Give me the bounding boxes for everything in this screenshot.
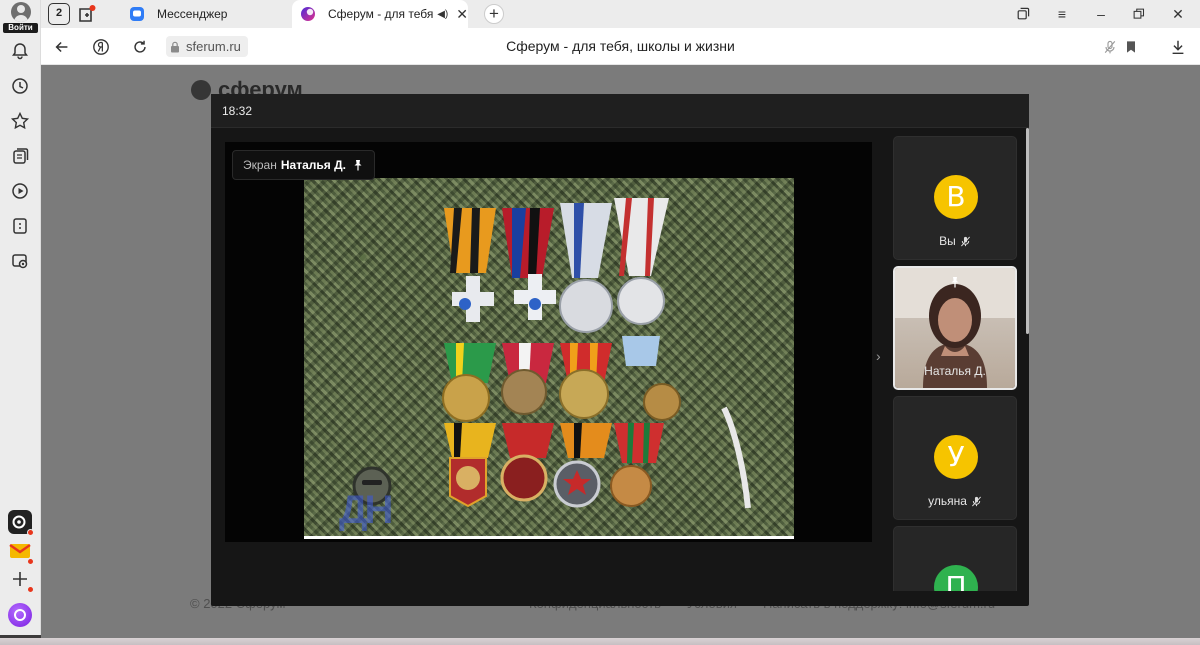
participant-name-text: Наталья Д. (924, 364, 986, 378)
sferum-favicon-icon (301, 7, 315, 21)
download-icon[interactable] (1167, 36, 1189, 58)
bell-icon[interactable] (10, 41, 30, 61)
participant-name-text: Вы (939, 234, 956, 248)
screen-share-label: Экран Наталья Д. (232, 150, 375, 180)
new-tab-button[interactable]: + (484, 4, 504, 24)
video-icon[interactable] (10, 181, 30, 201)
participants-scrollbar[interactable] (1026, 128, 1029, 334)
user-avatar-icon (10, 2, 31, 22)
participant-name: Вы (894, 234, 1016, 248)
chevron-right-icon[interactable]: › (876, 348, 881, 364)
notes-icon[interactable] (10, 216, 30, 236)
participants-panel: В Вы Наталья Д. У ульяна П (893, 136, 1017, 591)
participant-tile[interactable]: П (893, 526, 1017, 591)
tab-strip: 2 Мессенджер Сферум - для тебя, ш ◀) ✕ +… (41, 0, 1200, 28)
restore-icon[interactable] (1128, 4, 1150, 24)
new-window-icon[interactable] (77, 3, 99, 25)
shared-screen-image: ДН (304, 178, 794, 539)
history-icon[interactable] (10, 76, 30, 96)
back-arrow-icon[interactable] (51, 36, 73, 58)
tab-count-button[interactable]: 2 (48, 3, 70, 25)
browser-sidebar: Войти (0, 0, 41, 645)
minimize-icon[interactable]: – (1090, 4, 1112, 24)
avatar: В (934, 175, 978, 219)
mic-off-icon (960, 236, 970, 246)
login-label: Войти (3, 23, 38, 33)
collections-icon[interactable] (10, 146, 30, 166)
participant-tile[interactable]: В Вы (893, 136, 1017, 260)
mail-app[interactable] (8, 539, 34, 565)
avatar: П (934, 565, 978, 591)
reload-icon[interactable] (129, 36, 151, 58)
sferum-logo-icon (191, 80, 211, 100)
tab-close-icon[interactable]: ✕ (456, 6, 468, 23)
pin-icon[interactable] (352, 159, 364, 171)
call-header: 18:32 (211, 94, 1029, 128)
participant-name: ульяна (894, 494, 1016, 508)
call-time: 18:32 (222, 104, 253, 118)
speaker-icon[interactable]: ◀) (437, 9, 448, 20)
url-field[interactable]: sferum.ru (166, 36, 248, 57)
video-call-window: 18:32 Экран Наталья Д. ДН › В Вы Наталья… (211, 94, 1029, 606)
avatar: У (934, 435, 978, 479)
screen-label-prefix: Экран (243, 158, 277, 172)
tab-sferum[interactable]: Сферум - для тебя, ш ◀) ✕ (292, 0, 468, 28)
add-app-button[interactable] (8, 567, 34, 593)
tabs-overview-icon[interactable] (1012, 4, 1034, 24)
screen-label-name: Наталья Д. (280, 158, 346, 172)
lock-icon (171, 41, 179, 52)
alice-assistant-icon[interactable] (8, 603, 32, 627)
menu-icon[interactable]: ≡ (1051, 4, 1073, 24)
mic-muted-icon[interactable] (1099, 36, 1121, 58)
alice-camera-app[interactable] (8, 510, 34, 536)
bookmark-icon[interactable] (1120, 36, 1142, 58)
star-icon[interactable] (10, 111, 30, 131)
close-window-icon[interactable]: ✕ (1167, 4, 1189, 24)
participant-name-text: ульяна (928, 494, 967, 508)
yandex-logo-icon[interactable] (90, 36, 112, 58)
address-bar: sferum.ru Сферум - для тебя, школы и жиз… (41, 28, 1200, 65)
mic-off-icon (971, 496, 981, 506)
taskbar-strip (0, 638, 1200, 645)
participant-tile-video[interactable]: Наталья Д. (893, 266, 1017, 390)
screenshot-icon[interactable] (10, 251, 30, 271)
tab-messenger[interactable]: Мессенджер (121, 0, 291, 28)
login-button[interactable]: Войти (3, 1, 38, 33)
participant-name: Наталья Д. (895, 364, 1015, 378)
tab-messenger-title: Мессенджер (157, 7, 228, 21)
watermark: ДН (339, 488, 393, 532)
participant-tile[interactable]: У ульяна (893, 396, 1017, 520)
tab-sferum-title: Сферум - для тебя, ш (328, 7, 434, 21)
medals-photo-icon (352, 198, 751, 509)
messenger-icon (130, 7, 144, 21)
pin-icon[interactable] (949, 276, 961, 288)
url-text: sferum.ru (186, 39, 241, 54)
